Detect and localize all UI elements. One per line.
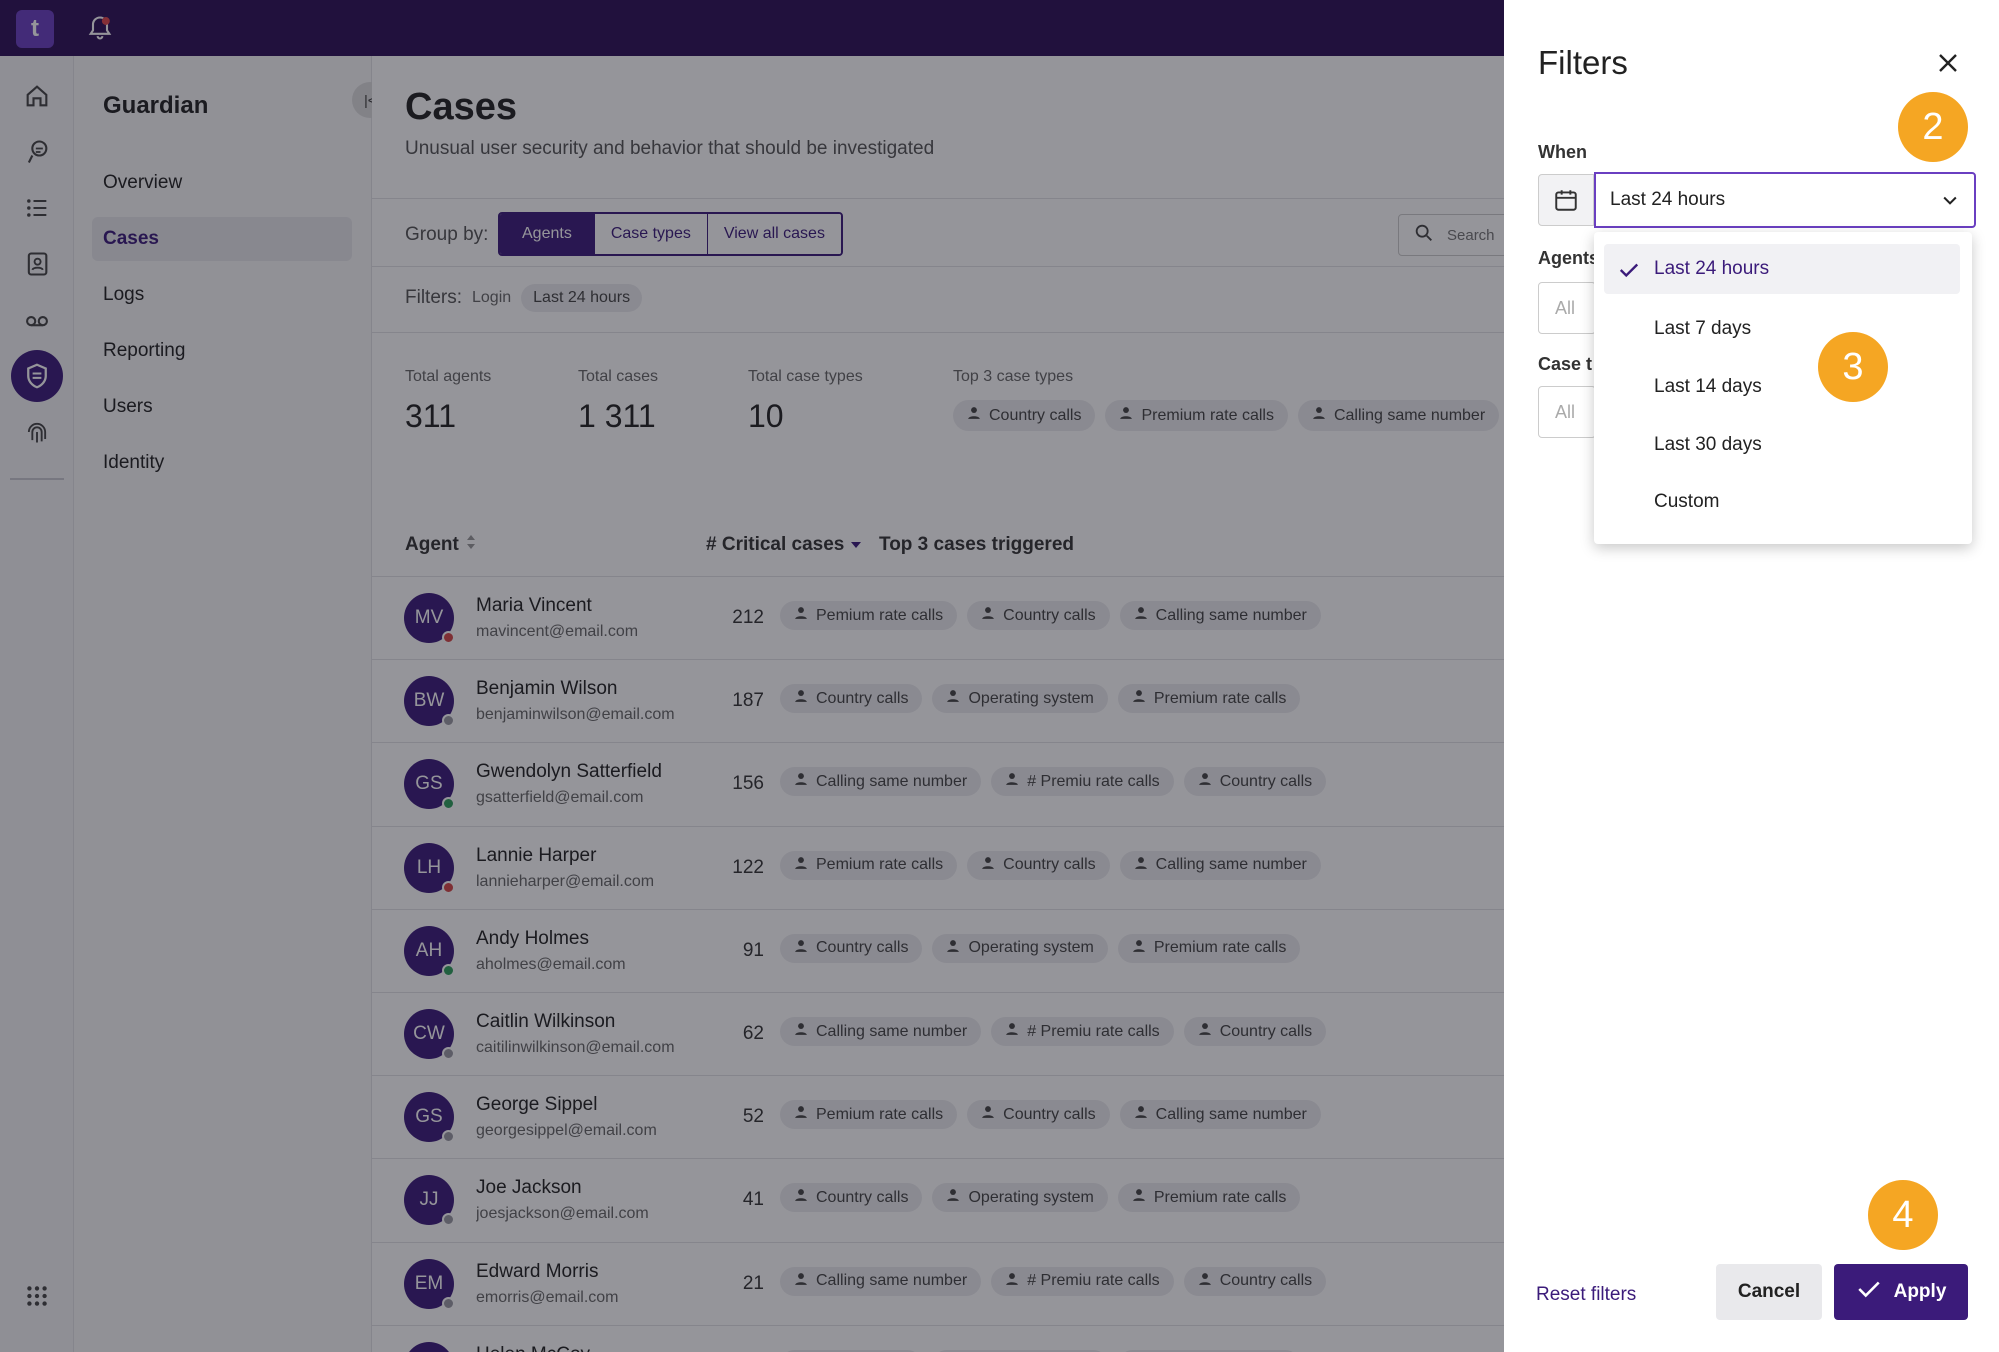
- case-types-select[interactable]: All: [1538, 386, 1596, 438]
- when-select[interactable]: Last 24 hours: [1594, 172, 1976, 228]
- when-select-value: Last 24 hours: [1610, 189, 1726, 210]
- apply-label: Apply: [1893, 1281, 1947, 1302]
- option-last-24-hours[interactable]: Last 24 hours: [1604, 244, 1960, 294]
- filters-drawer: Filters When Last 24 hours Agents All Ca…: [1504, 0, 1999, 1352]
- close-icon[interactable]: [1929, 44, 1967, 82]
- reset-filters-link[interactable]: Reset filters: [1536, 1284, 1636, 1306]
- modal-overlay[interactable]: [0, 0, 1504, 1352]
- check-icon: [1856, 1276, 1882, 1308]
- cancel-button[interactable]: Cancel: [1716, 1264, 1822, 1320]
- option-custom[interactable]: Custom: [1604, 477, 1960, 527]
- when-label: When: [1538, 142, 1587, 162]
- case-types-label: Case t: [1538, 354, 1593, 374]
- drawer-title: Filters: [1538, 44, 1628, 81]
- check-icon: [1618, 259, 1640, 287]
- option-last-30-days[interactable]: Last 30 days: [1604, 420, 1960, 470]
- option-label: Last 24 hours: [1654, 258, 1770, 279]
- when-dropdown-menu: Last 24 hours Last 7 days Last 14 days L…: [1594, 232, 1972, 544]
- agents-select[interactable]: All: [1538, 282, 1596, 334]
- chevron-down-icon: [1940, 190, 1960, 216]
- apply-button[interactable]: Apply: [1834, 1264, 1968, 1320]
- step-badge-2: 2: [1898, 92, 1968, 162]
- option-last-7-days[interactable]: Last 7 days: [1604, 304, 1960, 354]
- step-badge-3: 3: [1818, 332, 1888, 402]
- step-badge-4: 4: [1868, 1180, 1938, 1250]
- agents-label: Agents: [1538, 248, 1600, 268]
- option-last-14-days[interactable]: Last 14 days: [1604, 362, 1960, 412]
- calendar-icon[interactable]: [1538, 174, 1594, 226]
